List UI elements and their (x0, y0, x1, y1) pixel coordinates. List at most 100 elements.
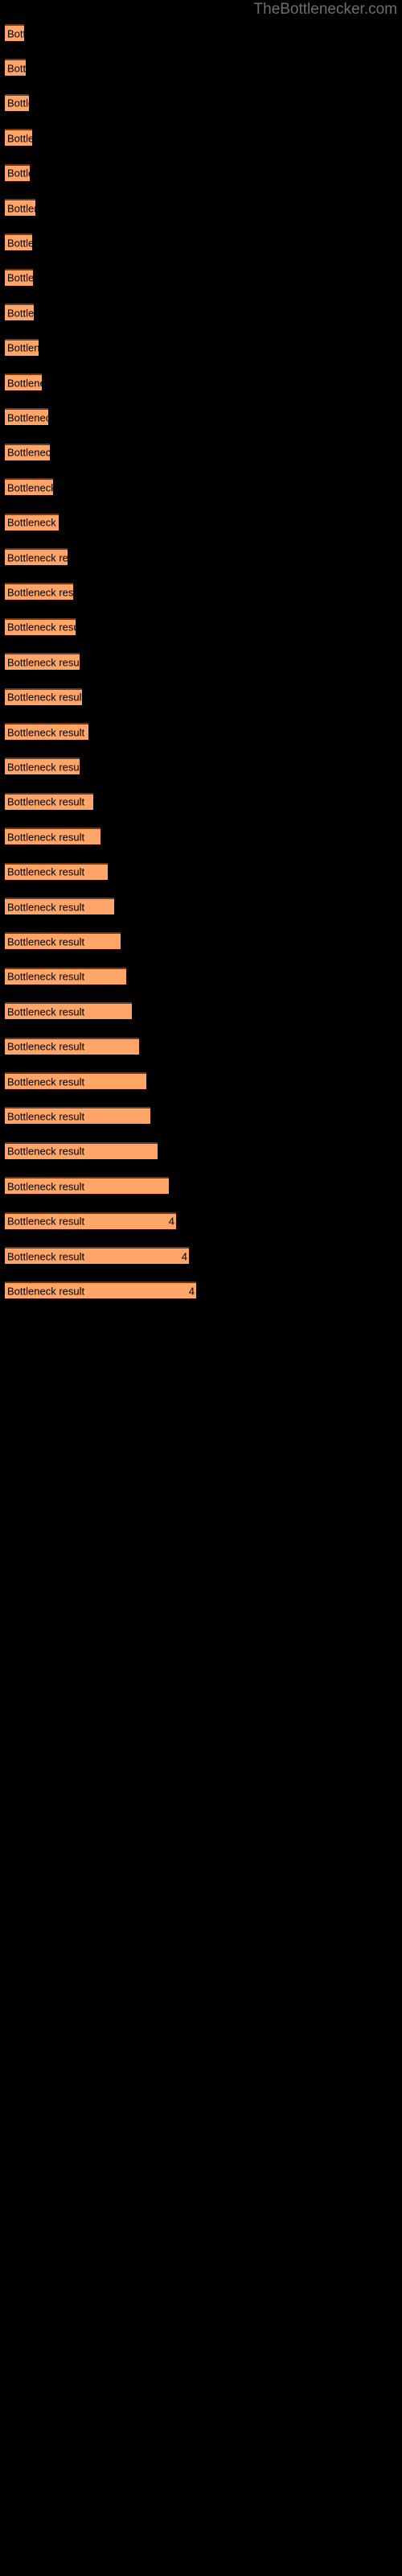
bar-row[interactable]: Bottleneck result 4 (5, 1282, 196, 1299)
bar-row[interactable]: Bottleneck result (5, 268, 33, 286)
bar-rect[interactable]: Bottleneck result (5, 1002, 132, 1020)
bar-value-label: 4 (188, 1285, 195, 1298)
bar-rect[interactable]: Bottleneck result (5, 898, 114, 914)
bar-rect[interactable]: Bottleneck result (5, 268, 33, 286)
bar-row[interactable]: Bottleneck result (5, 338, 39, 356)
bar-rect[interactable]: Bottleneck result (5, 548, 68, 565)
bar-label: Bottleneck result (7, 307, 34, 320)
bar-label: Bottleneck result (7, 481, 53, 494)
bar-rect[interactable]: Bottleneck result 4 (5, 1282, 196, 1299)
bar-row[interactable]: Bottleneck result (5, 898, 114, 914)
bar-label: Bottleneck result (7, 1040, 85, 1053)
bar-label: Bottleneck result (7, 167, 30, 180)
bar-row[interactable]: Bottleneck result 4 (5, 1212, 176, 1229)
bar-rect[interactable]: Bottleneck result 4 (5, 1212, 176, 1229)
bar-row[interactable]: Bottleneck result (5, 617, 76, 635)
bar-rect[interactable]: Bottleneck result (5, 93, 29, 111)
bar-rect[interactable]: Bottleneck result (5, 338, 39, 356)
bar-rect[interactable]: Bottleneck result (5, 513, 59, 530)
bar-rect[interactable]: Bottleneck result 4 (5, 1247, 189, 1264)
bar-row[interactable]: Bottleneck result (5, 1072, 146, 1089)
bar-rect[interactable]: Bottleneck result (5, 1072, 146, 1089)
bar-row[interactable]: Bottleneck result (5, 548, 68, 565)
bar-label: Bottleneck result (7, 1285, 85, 1298)
bar-label: Bottleneck result (7, 341, 39, 354)
bar-label: Bottleneck result (7, 1110, 85, 1123)
bar-rect[interactable]: Bottleneck result (5, 303, 34, 321)
bar-row[interactable]: Bottleneck result (5, 1037, 139, 1055)
bar-row[interactable]: Bottleneck result (5, 303, 34, 321)
bar-rect[interactable]: Bottleneck result (5, 443, 50, 460)
bar-row[interactable]: Bottleneck result (5, 129, 32, 147)
bar-row[interactable]: Bottleneck result (5, 653, 80, 671)
bar-rect[interactable]: Bottleneck result (5, 1037, 139, 1055)
bar-rect[interactable]: Bottleneck result (5, 199, 35, 216)
bar-rect[interactable]: Bottleneck result (5, 687, 82, 705)
bar-row[interactable]: Bottleneck result (5, 443, 50, 460)
bar-row[interactable]: Bottleneck result (5, 1177, 169, 1195)
bar-rect[interactable]: Bottleneck result (5, 1177, 169, 1195)
bar-label: Bottleneck result (7, 935, 85, 948)
bar-rect[interactable]: Bottleneck result (5, 967, 126, 985)
bar-rect[interactable]: Bottleneck result (5, 653, 80, 671)
bar-rect[interactable]: Bottleneck result (5, 932, 121, 950)
bar-row[interactable]: Bottleneck result (5, 932, 121, 950)
bar-rect[interactable]: Bottleneck result (5, 1107, 150, 1125)
bar-row[interactable]: Bottleneck result (5, 687, 82, 705)
bar-rect[interactable]: Bottleneck result (5, 792, 93, 810)
bar-label: Bottleneck result (7, 831, 85, 844)
bar-row[interactable]: Bottleneck result (5, 199, 35, 216)
bar-row[interactable]: Bottleneck result 4 (5, 1247, 189, 1264)
bar-chart: TheBottlenecker.com Bottleneck resultBot… (0, 0, 402, 2576)
bar-rect[interactable]: Bottleneck result (5, 374, 42, 390)
bar-row[interactable]: Bottleneck result (5, 1141, 158, 1159)
bar-label: Bottleneck result (7, 795, 85, 808)
bar-label: Bottleneck result (7, 865, 85, 878)
bar-rect[interactable]: Bottleneck result (5, 163, 30, 181)
bar-rect[interactable]: Bottleneck result (5, 408, 48, 426)
bar-row[interactable]: Bottleneck result (5, 862, 108, 880)
bar-label: Bottleneck result (7, 1215, 85, 1228)
bar-row[interactable]: Bottleneck result (5, 967, 126, 985)
bar-label: Bottleneck result (7, 621, 76, 634)
bar-row[interactable]: Bottleneck result (5, 792, 93, 810)
bar-row[interactable]: Bottleneck result (5, 758, 80, 775)
bar-label: Bottleneck result (7, 1250, 85, 1262)
bar-row[interactable]: Bottleneck result (5, 723, 88, 740)
bar-rect[interactable]: Bottleneck result (5, 24, 24, 41)
bar-row[interactable]: Bottleneck result (5, 408, 48, 426)
bar-row[interactable]: Bottleneck result (5, 513, 59, 530)
bar-row[interactable]: Bottleneck result (5, 828, 100, 845)
bar-row[interactable]: Bottleneck result (5, 59, 26, 76)
bar-row[interactable]: Bottleneck result (5, 583, 73, 601)
bar-rect[interactable]: Bottleneck result (5, 233, 32, 251)
bar-rect[interactable]: Bottleneck result (5, 828, 100, 845)
bar-rect[interactable]: Bottleneck result (5, 617, 76, 635)
bar-label: Bottleneck result (7, 691, 82, 704)
bar-rect[interactable]: Bottleneck result (5, 59, 26, 76)
bar-label: Bottleneck result (7, 970, 85, 983)
bar-row[interactable]: Bottleneck result (5, 1107, 150, 1125)
bar-label: Bottleneck result (7, 62, 26, 75)
bar-row[interactable]: Bottleneck result (5, 374, 42, 390)
bar-rect[interactable]: Bottleneck result (5, 583, 73, 601)
bar-rect[interactable]: Bottleneck result (5, 862, 108, 880)
bar-label: Bottleneck result (7, 202, 35, 214)
bar-row[interactable]: Bottleneck result (5, 1002, 132, 1020)
bar-row[interactable]: Bottleneck result (5, 93, 29, 111)
bar-rect[interactable]: Bottleneck result (5, 1141, 158, 1159)
bar-rect[interactable]: Bottleneck result (5, 478, 53, 496)
bar-label: Bottleneck result (7, 271, 33, 284)
bar-label: Bottleneck result (7, 132, 32, 145)
bar-label: Bottleneck result (7, 237, 32, 250)
bar-row[interactable]: Bottleneck result (5, 233, 32, 251)
bar-row[interactable]: Bottleneck result (5, 478, 53, 496)
bar-row[interactable]: Bottleneck result (5, 24, 24, 41)
bar-rect[interactable]: Bottleneck result (5, 758, 80, 775)
bar-label: Bottleneck result (7, 656, 80, 669)
bar-label: Bottleneck result (7, 1075, 85, 1088)
bar-label: Bottleneck result (7, 901, 85, 913)
bar-rect[interactable]: Bottleneck result (5, 129, 32, 147)
bar-row[interactable]: Bottleneck result (5, 163, 30, 181)
bar-rect[interactable]: Bottleneck result (5, 723, 88, 740)
